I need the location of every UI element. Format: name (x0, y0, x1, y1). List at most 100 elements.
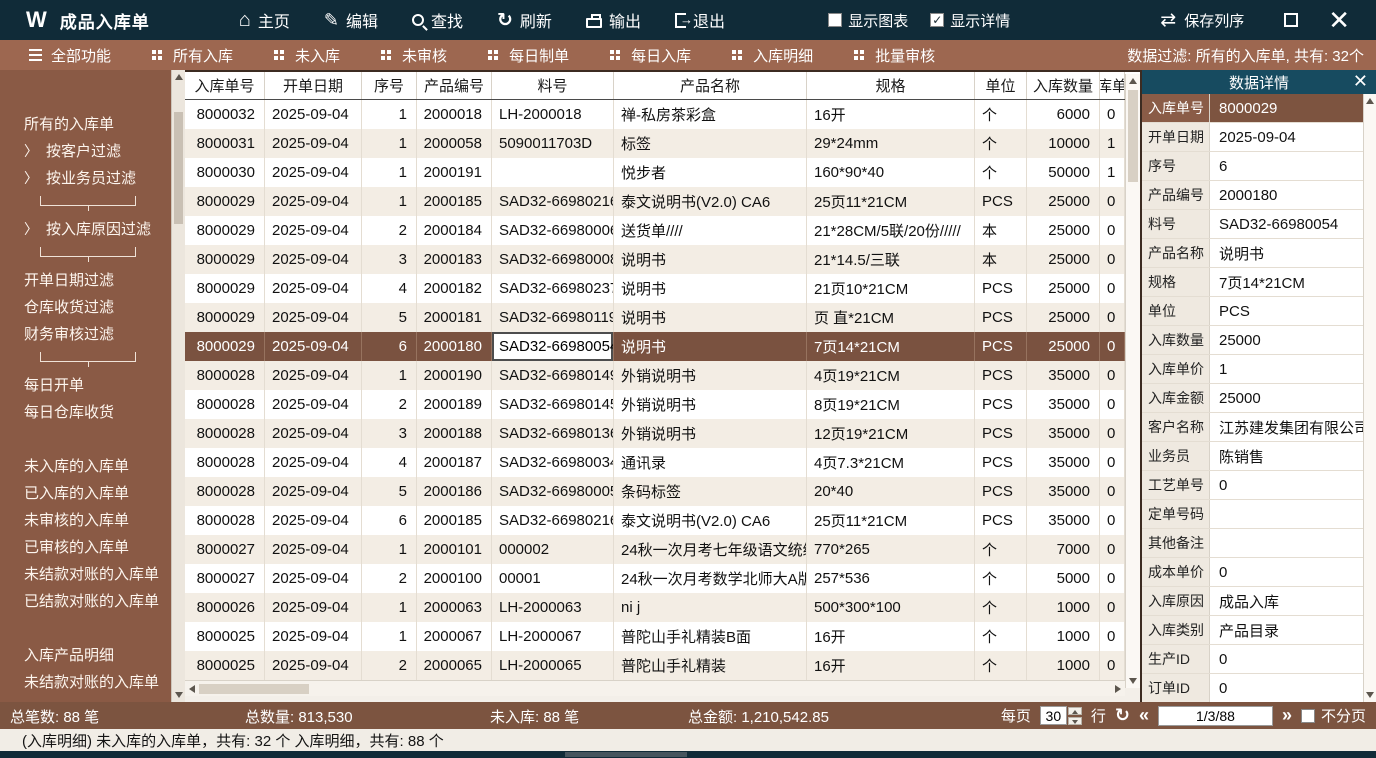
sidebar-item[interactable]: 仓库收货过滤 (0, 293, 171, 320)
table-row[interactable]: 80000292025-09-0412000185SAD32-66980216泰… (185, 187, 1140, 216)
details-value[interactable]: 25000 (1210, 326, 1363, 354)
sidebar-scrollbar[interactable] (171, 70, 185, 702)
sidebar-scroll-thumb[interactable] (174, 112, 183, 224)
maximize-button[interactable] (1284, 13, 1298, 27)
hscroll-thumb[interactable] (199, 684, 309, 694)
toolbar-item-4[interactable]: 每日制单 (473, 40, 584, 70)
table-row[interactable]: 80000282025-09-0432000188SAD32-66980136外… (185, 419, 1140, 448)
column-header[interactable]: 产品编号 (417, 72, 492, 99)
sidebar-item[interactable]: 未结款对账的入库单 (0, 668, 171, 695)
toolbar-item-5[interactable]: 每日入库 (595, 40, 706, 70)
details-value[interactable]: 成品入库 (1210, 587, 1363, 615)
table-row[interactable]: 80000292025-09-0442000182SAD32-66980237说… (185, 274, 1140, 303)
table-row[interactable]: 80000292025-09-0432000183SAD32-66980008说… (185, 245, 1140, 274)
menu-item-exit[interactable]: 退出 (658, 0, 742, 40)
details-value[interactable]: 陈销售 (1210, 442, 1363, 470)
sidebar-item[interactable]: 每日仓库收货 (0, 398, 171, 425)
scroll-right-icon[interactable] (1115, 685, 1121, 693)
sidebar-item[interactable]: 未审核的入库单 (0, 506, 171, 533)
sidebar-item[interactable]: 每日开单 (0, 371, 171, 398)
details-value[interactable] (1210, 529, 1363, 557)
table-row[interactable]: 80000322025-09-0412000018LH-2000018禅-私房茶… (185, 100, 1140, 129)
table-row[interactable]: 80000272025-09-04220001000000124秋一次月考数学北… (185, 564, 1140, 593)
show-details-toggle[interactable]: ✓显示详情 (930, 10, 1010, 31)
scroll-down-icon[interactable] (1366, 692, 1374, 698)
details-value[interactable]: 0 (1210, 558, 1363, 586)
details-value[interactable]: 8000029 (1210, 94, 1363, 122)
details-value[interactable]: 25000 (1210, 384, 1363, 412)
scroll-up-icon[interactable] (175, 74, 183, 80)
scroll-down-icon[interactable] (1129, 678, 1137, 684)
details-value[interactable]: 说明书 (1210, 239, 1363, 267)
close-button[interactable]: ✕ (1328, 10, 1350, 30)
table-row[interactable]: 80000302025-09-0412000191悦步者160*90*40个50… (185, 158, 1140, 187)
sidebar-item[interactable]: 已结款对账的入库单 (0, 587, 171, 614)
column-header[interactable]: 料号 (492, 72, 614, 99)
column-header[interactable]: 开单日期 (265, 72, 362, 99)
per-page-input[interactable] (1040, 706, 1067, 725)
details-value[interactable] (1210, 500, 1363, 528)
column-header[interactable]: 单位 (975, 72, 1027, 99)
table-row[interactable]: 80000292025-09-0452000181SAD32-66980119说… (185, 303, 1140, 332)
column-header[interactable]: 规格 (807, 72, 975, 99)
table-row[interactable]: 80000252025-09-0412000067LH-2000067普陀山手礼… (185, 622, 1140, 651)
toolbar-item-7[interactable]: 批量审核 (839, 40, 950, 70)
details-value[interactable]: 产品目录 (1210, 616, 1363, 644)
table-horizontal-scrollbar[interactable] (185, 680, 1125, 696)
scroll-down-icon[interactable] (175, 692, 183, 698)
last-page-button[interactable]: » (1282, 705, 1292, 726)
spin-down-button[interactable] (1068, 717, 1082, 725)
column-header[interactable]: 入库数量 (1027, 72, 1100, 99)
save-column-order-button[interactable]: ⇄ 保存列序 (1160, 9, 1244, 32)
details-value[interactable]: 0 (1210, 471, 1363, 499)
toolbar-item-6[interactable]: 入库明细 (717, 40, 828, 70)
menu-item-search[interactable]: 查找 (395, 0, 480, 40)
table-row[interactable]: 80000282025-09-0412000190SAD32-66980149外… (185, 361, 1140, 390)
menu-item-print[interactable]: 输出 (569, 0, 658, 40)
details-value[interactable]: PCS (1210, 297, 1363, 325)
table-vertical-scrollbar[interactable] (1125, 74, 1140, 688)
details-value[interactable]: 江苏建发集团有限公司 (1210, 413, 1363, 441)
table-row[interactable]: 80000252025-09-0422000065LH-2000065普陀山手礼… (185, 651, 1140, 680)
sidebar-item[interactable]: 未结款对账的入库单 (0, 560, 171, 587)
table-row[interactable]: 80000282025-09-0462000185SAD32-66980216泰… (185, 506, 1140, 535)
scroll-up-icon[interactable] (1366, 98, 1374, 104)
column-header[interactable]: 序号 (362, 72, 417, 99)
no-paging-toggle[interactable]: 不分页 (1301, 705, 1366, 726)
sidebar-item[interactable]: 入库产品明细 (0, 641, 171, 668)
show-chart-toggle[interactable]: 显示图表 (828, 10, 908, 31)
toolbar-item-3[interactable]: 未审核 (366, 40, 462, 70)
details-value[interactable]: 6 (1210, 152, 1363, 180)
sidebar-item[interactable]: 〉按业务员过滤 (0, 164, 171, 191)
toolbar-item-0[interactable]: 全部功能 (14, 40, 126, 70)
details-value[interactable]: 2000180 (1210, 181, 1363, 209)
spin-up-button[interactable] (1068, 707, 1082, 715)
unchecked-checkbox-icon[interactable] (828, 13, 842, 27)
reload-page-icon[interactable]: ↻ (1115, 705, 1130, 726)
toolbar-item-1[interactable]: 所有入库 (137, 40, 248, 70)
scroll-up-icon[interactable] (1129, 78, 1137, 84)
sidebar-item[interactable]: 已审核的入库单 (0, 533, 171, 560)
sidebar-item[interactable]: 所有的入库单 (0, 110, 171, 137)
table-row[interactable]: 80000292025-09-0422000184SAD32-66980006送… (185, 216, 1140, 245)
toolbar-item-2[interactable]: 未入库 (259, 40, 355, 70)
column-header[interactable]: 产品名称 (614, 72, 807, 99)
page-indicator-input[interactable] (1158, 706, 1273, 726)
column-header[interactable]: 入库单价 (1100, 72, 1125, 99)
table-row[interactable]: 80000282025-09-0442000187SAD32-66980034通… (185, 448, 1140, 477)
details-value[interactable]: 0 (1210, 674, 1363, 702)
sidebar-item[interactable]: 〉按客户过滤 (0, 137, 171, 164)
table-row[interactable]: 80000272025-09-041200010100000224秋一次月考七年… (185, 535, 1140, 564)
menu-item-edit[interactable]: ✎编辑 (307, 0, 395, 40)
details-close-icon[interactable]: ✕ (1353, 71, 1368, 92)
table-row[interactable]: 80000282025-09-0452000186SAD32-66980005条… (185, 477, 1140, 506)
column-header[interactable]: 入库单号 (185, 72, 265, 99)
sidebar-item[interactable]: 开单日期过滤 (0, 266, 171, 293)
table-row[interactable]: 80000292025-09-0462000180SAD32-66980054说… (185, 332, 1140, 361)
details-value[interactable]: 2025-09-04 (1210, 123, 1363, 151)
sidebar-item[interactable]: 未入库的入库单 (0, 452, 171, 479)
table-row[interactable]: 80000262025-09-0412000063LH-2000063ni j5… (185, 593, 1140, 622)
table-row[interactable]: 80000312025-09-04120000585090011703D标签29… (185, 129, 1140, 158)
table-row[interactable]: 80000282025-09-0422000189SAD32-66980145外… (185, 390, 1140, 419)
scroll-left-icon[interactable] (189, 685, 195, 693)
